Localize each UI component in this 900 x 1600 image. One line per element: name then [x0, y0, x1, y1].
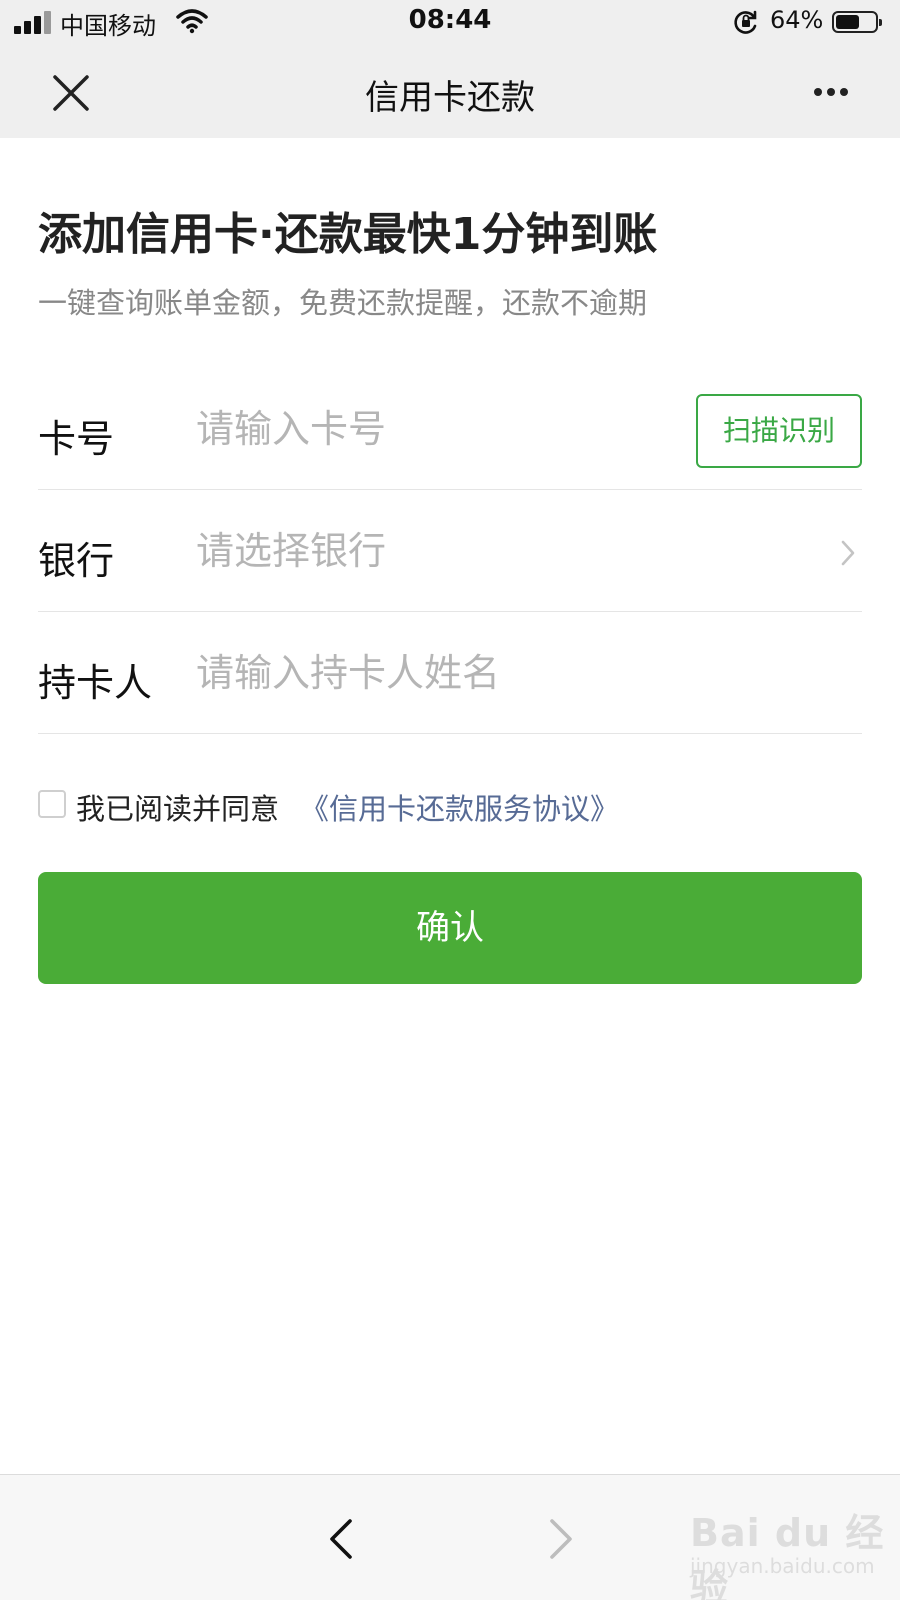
battery-icon	[832, 11, 882, 33]
watermark-url: jingyan.baidu.com	[690, 1554, 875, 1578]
page-title: 信用卡还款	[365, 78, 535, 118]
bank-select-input[interactable]	[196, 520, 816, 582]
subheadline: 一键查询账单金额，免费还款提醒，还款不逾期	[38, 286, 648, 320]
agreement-link[interactable]: 《信用卡还款服务协议》	[300, 786, 619, 828]
bank-select-row[interactable]: 银行	[38, 492, 862, 612]
battery-percent: 64%	[770, 6, 824, 34]
status-bar: 中国移动 08:44 64%	[0, 0, 900, 48]
chevron-right-icon	[841, 540, 855, 566]
agreement-checkbox[interactable]	[38, 790, 66, 818]
cardholder-name-input[interactable]	[196, 642, 856, 704]
forward-chevron-icon[interactable]	[540, 1515, 580, 1563]
chevron-left-icon[interactable]	[322, 1515, 362, 1563]
card-number-row: 卡号 扫描识别	[38, 370, 862, 490]
cardholder-label: 持卡人	[38, 661, 153, 705]
scan-card-button[interactable]: 扫描识别	[696, 394, 862, 468]
baidu-jingyan-watermark: Bai du 经验 jingyan.baidu.com	[690, 1502, 890, 1600]
more-icon[interactable]	[800, 72, 860, 112]
battery-fill	[836, 15, 859, 29]
cardholder-row: 持卡人	[38, 614, 862, 734]
card-number-input[interactable]	[196, 398, 676, 460]
rotation-lock-icon	[734, 10, 757, 34]
nav-bar: 信用卡还款	[0, 48, 900, 138]
status-time: 08:44	[408, 5, 492, 35]
card-number-label: 卡号	[38, 417, 115, 461]
credit-card-repayment-screen: 中国移动 08:44 64% 信用卡还款 添加信用卡·还款最快1分钟到账 一键查…	[0, 0, 900, 1600]
bank-label: 银行	[38, 539, 115, 583]
headline: 添加信用卡·还款最快1分钟到账	[38, 209, 658, 260]
watermark-logo: Bai du 经验	[690, 1511, 885, 1600]
confirm-button[interactable]: 确认	[38, 872, 862, 984]
agreement-text: 我已阅读并同意	[76, 792, 280, 826]
